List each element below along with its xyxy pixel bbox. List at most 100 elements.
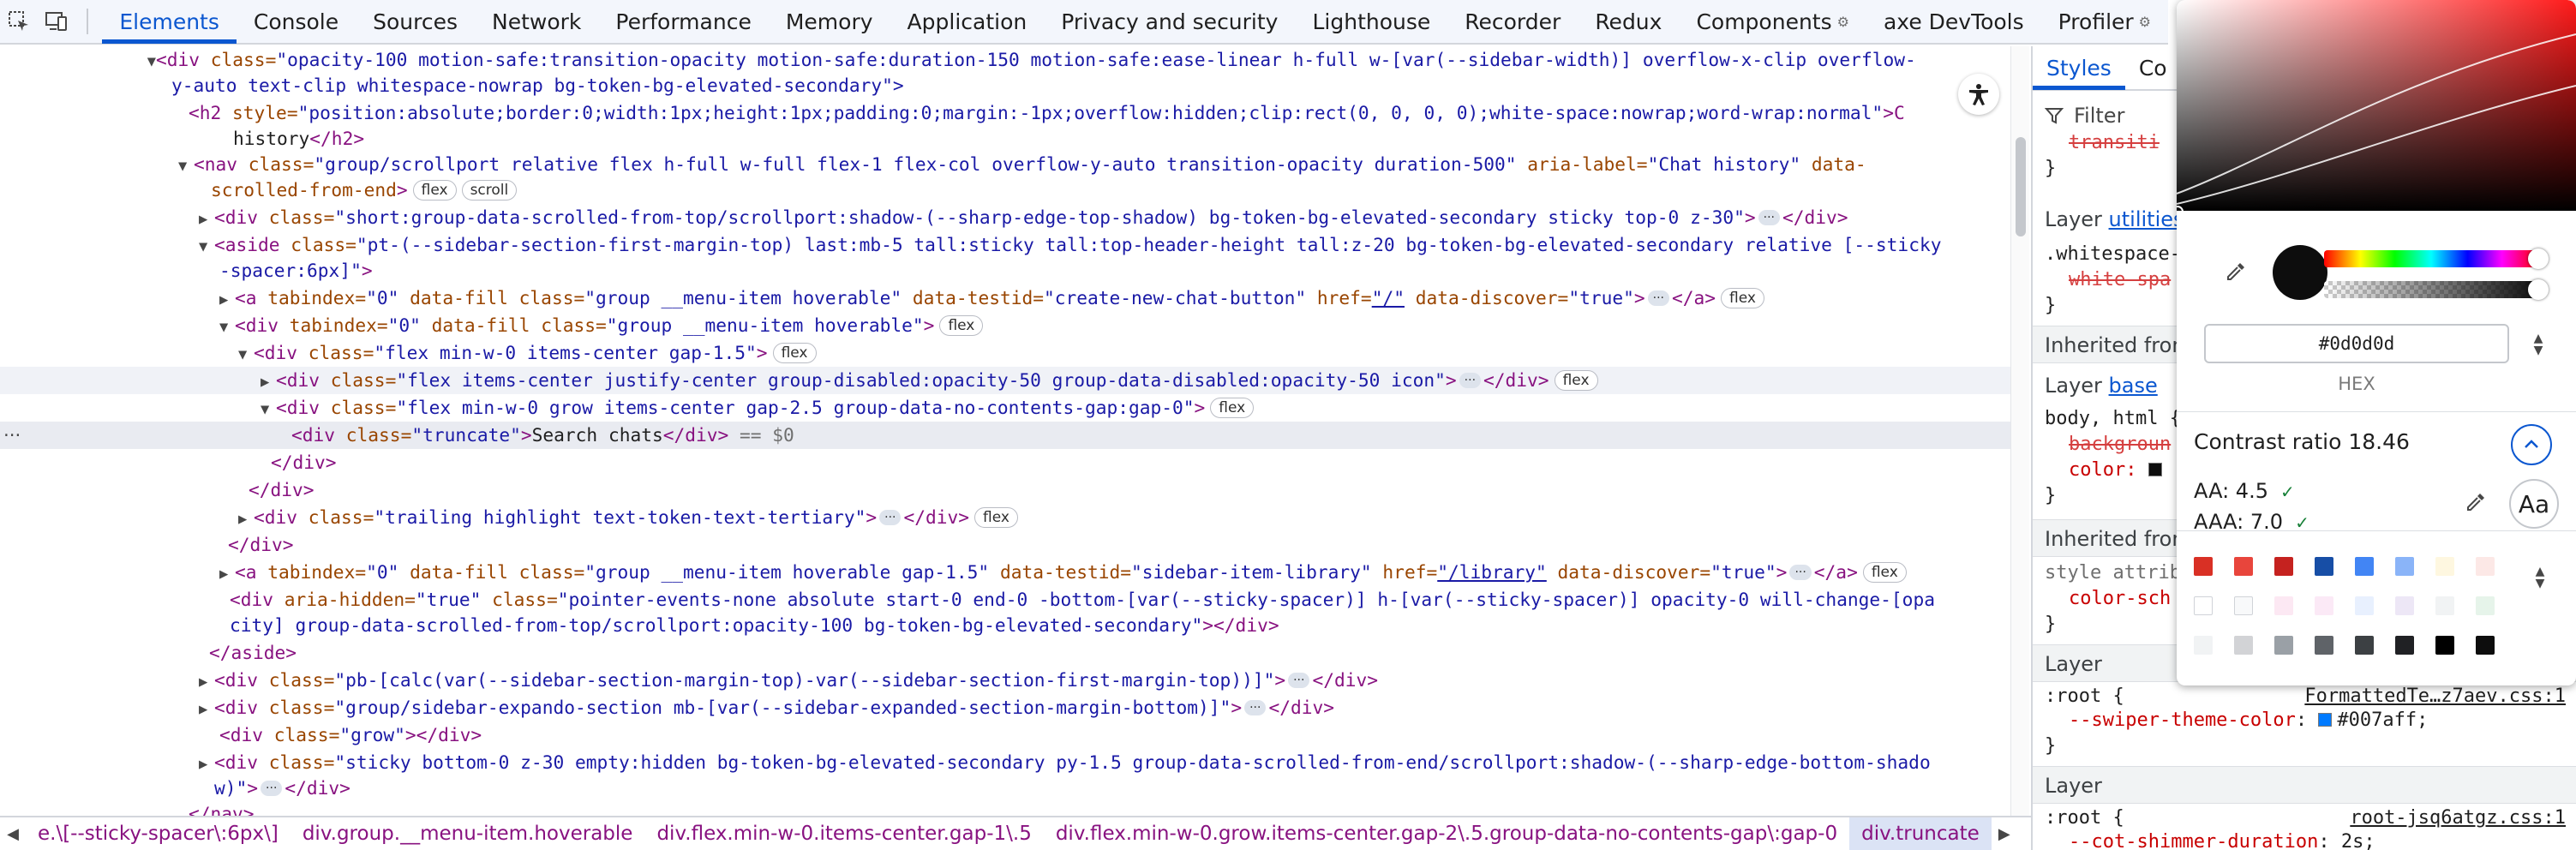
breadcrumb-scroll-right-icon[interactable]: ▶ <box>1992 825 2017 843</box>
expand-triangle-icon[interactable]: ▶ <box>238 506 254 533</box>
tab-axe-devtools[interactable]: axe DevTools <box>1866 0 2041 44</box>
breadcrumb-item[interactable]: div.group.__menu-item.hoverable <box>291 817 645 850</box>
flex-badge[interactable]: flex <box>939 315 984 336</box>
expand-triangle-icon[interactable]: ▶ <box>199 206 214 233</box>
css-selector[interactable]: .whitespace- <box>2045 242 2181 267</box>
tab-console[interactable]: Console <box>237 0 356 44</box>
expand-triangle-icon[interactable]: ▶ <box>219 560 235 588</box>
tab-elements[interactable]: Elements <box>102 0 237 44</box>
palette-swatch[interactable] <box>2274 557 2293 576</box>
tree-scrollbar[interactable] <box>2010 46 2029 816</box>
dom-node[interactable]: ▶ <a tabindex="0" data-fill class="group … <box>0 559 2010 586</box>
flex-badge[interactable]: flex <box>1554 370 1598 391</box>
palette-swatch[interactable] <box>2355 596 2374 615</box>
tab-styles[interactable]: Styles <box>2033 46 2125 90</box>
dom-node[interactable]: ▼ <div class="flex min-w-0 items-center g… <box>0 339 2010 367</box>
flex-badge[interactable]: flex <box>772 343 817 363</box>
node-actions-icon[interactable]: ··· <box>3 422 21 449</box>
palette-swatch[interactable] <box>2194 636 2213 655</box>
palette-swatch[interactable] <box>2355 557 2374 576</box>
dom-node[interactable]: ▶ <div class="group/sidebar-expando-secti… <box>0 694 2010 721</box>
accessibility-icon[interactable] <box>1958 74 1999 115</box>
color-swatch[interactable] <box>2148 463 2162 476</box>
background-eyedropper-icon[interactable] <box>2461 488 2490 517</box>
css-declaration[interactable]: --cot-shimmer-duration: 2s; <box>2045 829 2375 850</box>
palette-swatch[interactable] <box>2315 636 2333 655</box>
palette-swatch[interactable] <box>2315 557 2333 576</box>
css-declaration[interactable]: --swiper-theme-color: #007aff; <box>2045 708 2428 733</box>
tab-redux[interactable]: Redux <box>1578 0 1679 44</box>
css-declaration[interactable]: white-spa <box>2045 267 2171 293</box>
layer-link[interactable]: utilities <box>2109 207 2184 231</box>
palette-swatch[interactable] <box>2355 636 2374 655</box>
palette-swatch[interactable] <box>2234 557 2253 576</box>
dom-node[interactable]: <div class="grow"></div> <box>0 721 2010 749</box>
palette-swatch[interactable] <box>2315 596 2333 615</box>
eyedropper-icon[interactable] <box>2221 257 2250 286</box>
dom-node[interactable]: ▼<div class="opacity-100 motion-safe:tra… <box>0 46 2010 74</box>
palette-swatch[interactable] <box>2395 636 2414 655</box>
dom-node[interactable]: ▼ <aside class="pt-(--sidebar-section-fir… <box>0 231 2010 259</box>
collapsed-children-ellipsis[interactable]: ··· <box>1459 373 1482 388</box>
tab-lighthouse[interactable]: Lighthouse <box>1295 0 1447 44</box>
collapse-contrast-icon[interactable] <box>2511 424 2552 465</box>
hue-slider-knob[interactable] <box>2528 248 2549 269</box>
breadcrumb-item[interactable]: div.flex.min-w-0.items-center.gap-1\.5 <box>644 817 1043 850</box>
dom-node-close[interactable]: </nav> <box>0 800 2010 816</box>
dom-node[interactable]: ▶ <div class="short:group-data-scrolled-f… <box>0 204 2010 231</box>
collapsed-children-ellipsis[interactable]: ··· <box>1244 700 1267 715</box>
dom-node[interactable]: <h2 style="position:absolute;border:0;wi… <box>0 99 2010 127</box>
palette-swatch[interactable] <box>2476 596 2495 615</box>
dom-node[interactable]: ▶ <div class="sticky bottom-0 z-30 empty:… <box>0 749 2010 776</box>
dom-node[interactable]: ▼ <nav class="group/scrollport relative f… <box>0 151 2010 178</box>
dom-node-selected[interactable]: ··· <div class="truncate">Search chats</d… <box>0 422 2010 449</box>
collapsed-children-ellipsis[interactable]: ··· <box>1288 673 1310 688</box>
palette-swatch[interactable] <box>2395 596 2414 615</box>
tab-profiler[interactable]: Profiler ⚙ <box>2041 0 2168 44</box>
expand-triangle-icon[interactable]: ▶ <box>199 668 214 696</box>
collapsed-children-ellipsis[interactable]: ··· <box>1647 290 1669 306</box>
contrast-preview-button[interactable]: Aa <box>2509 479 2559 529</box>
flex-badge[interactable]: flex <box>412 180 457 201</box>
collapsed-children-ellipsis[interactable]: ··· <box>1758 210 1780 225</box>
dom-node[interactable]: ▶ <div class="trailing highlight text-tok… <box>0 504 2010 531</box>
dom-node-close[interactable]: </aside> <box>0 639 2010 667</box>
saturation-value-area[interactable] <box>2177 0 2576 211</box>
breadcrumb-item[interactable]: e.\[--sticky-spacer\:6px\] <box>26 817 291 850</box>
tab-application[interactable]: Application <box>890 0 1045 44</box>
palette-swatch[interactable] <box>2435 636 2454 655</box>
expand-triangle-icon[interactable]: ▶ <box>199 696 214 723</box>
alpha-slider[interactable] <box>2324 281 2538 298</box>
layer-link[interactable]: base <box>2109 374 2158 398</box>
collapse-triangle-icon[interactable]: ▼ <box>261 396 276 423</box>
dom-node[interactable]: ▼ <div class="flex min-w-0 grow items-cen… <box>0 394 2010 422</box>
alpha-slider-knob[interactable] <box>2528 279 2549 300</box>
collapsed-children-ellipsis[interactable]: ··· <box>261 781 283 796</box>
palette-switcher-icon[interactable]: ▲ ▼ <box>2530 566 2550 590</box>
palette-swatch[interactable] <box>2435 596 2454 615</box>
collapsed-children-ellipsis[interactable]: ··· <box>879 510 902 525</box>
tab-performance[interactable]: Performance <box>598 0 768 44</box>
dom-node-close[interactable]: </div> <box>0 449 2010 476</box>
palette-swatch[interactable] <box>2274 596 2293 615</box>
tab-computed[interactable]: Co <box>2125 46 2181 90</box>
hex-color-input[interactable]: #0d0d0d <box>2204 324 2509 363</box>
palette-swatch[interactable] <box>2476 557 2495 576</box>
tab-components[interactable]: Components ⚙ <box>1679 0 1866 44</box>
palette-swatch[interactable] <box>2194 557 2213 576</box>
palette-swatch[interactable] <box>2234 636 2253 655</box>
breadcrumb-item-active[interactable]: div.truncate <box>1849 817 1992 850</box>
inspect-element-icon[interactable] <box>0 0 38 44</box>
tab-privacy-security[interactable]: Privacy and security <box>1044 0 1295 44</box>
flex-badge[interactable]: flex <box>974 507 1018 528</box>
css-selector[interactable]: :root {FormattedTe…z7aev.css:1 <box>2045 684 2566 709</box>
href-link[interactable]: "/library" <box>1437 561 1547 583</box>
css-declaration[interactable]: color: <box>2045 458 2167 483</box>
dom-node[interactable]: ▼ <div tabindex="0" data-fill class="grou… <box>0 312 2010 339</box>
device-toolbar-icon[interactable] <box>38 0 75 44</box>
dom-node-close[interactable]: </div> <box>0 531 2010 559</box>
scrollbar-thumb[interactable] <box>2016 137 2026 236</box>
styles-filter[interactable]: Filter <box>2045 99 2124 132</box>
scroll-badge[interactable]: scroll <box>461 180 518 201</box>
tab-recorder[interactable]: Recorder <box>1447 0 1578 44</box>
